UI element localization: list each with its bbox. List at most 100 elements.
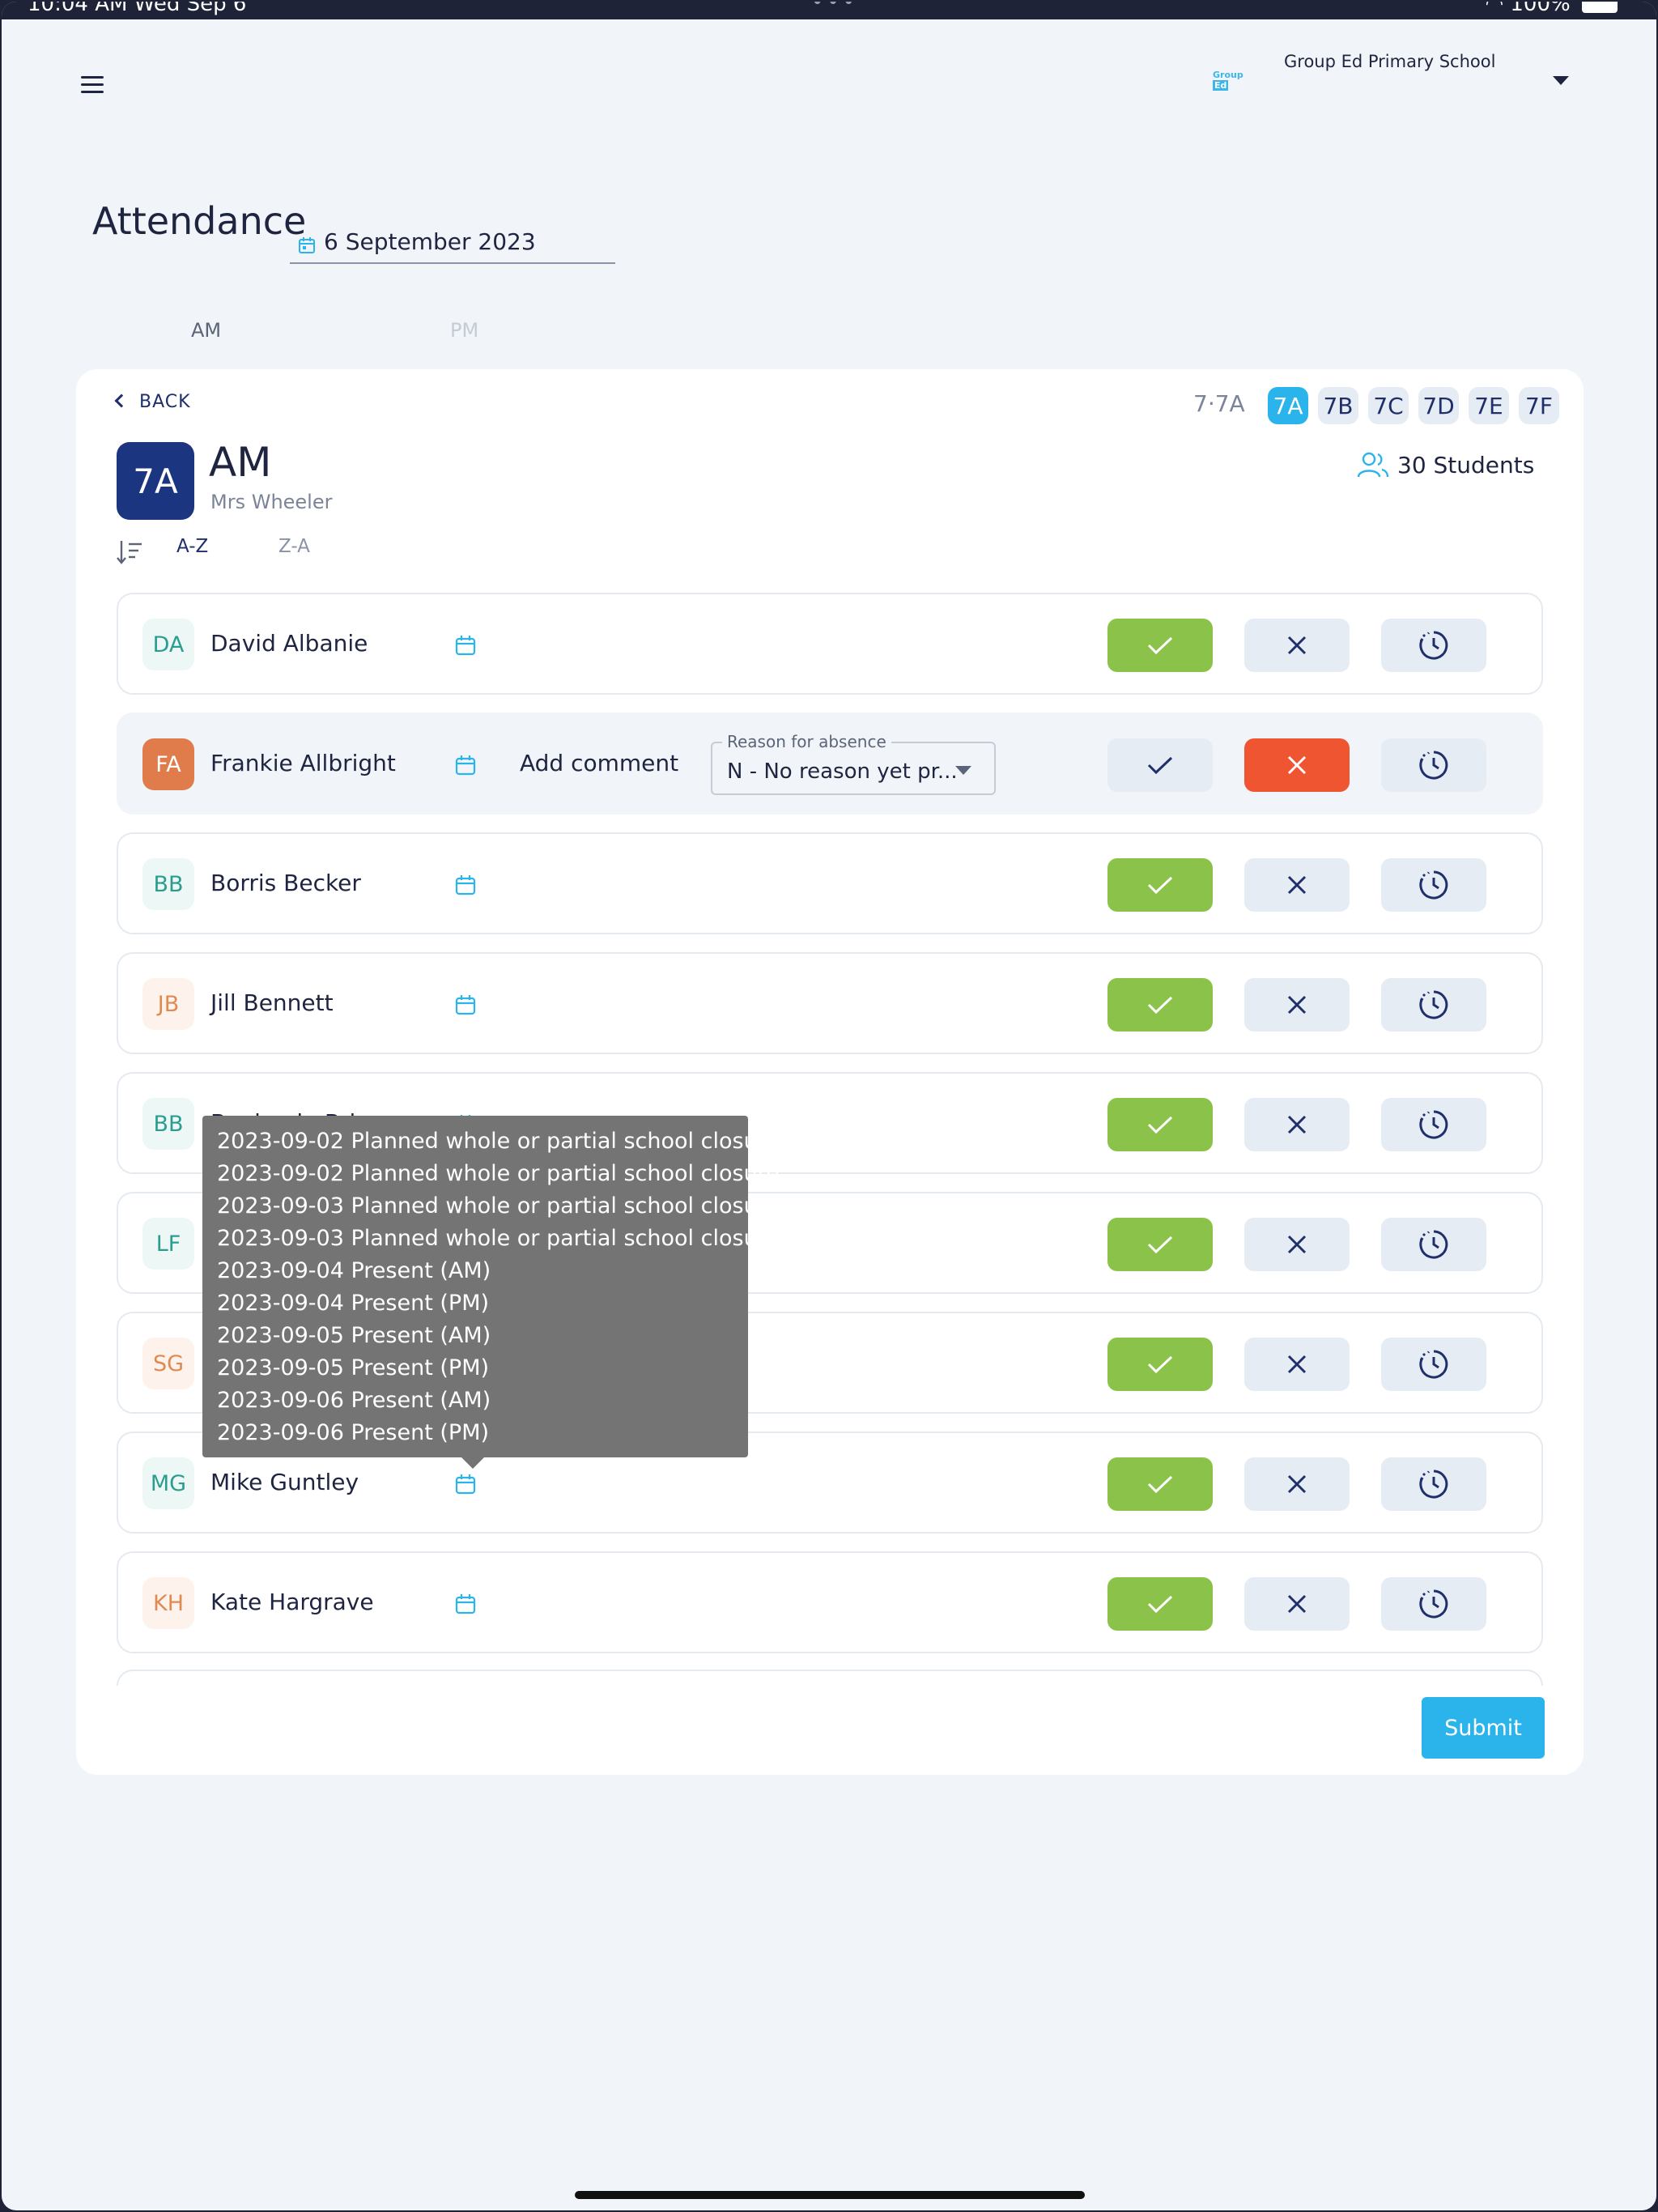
avatar: FA	[142, 738, 194, 790]
dropdown-caret-icon	[955, 766, 971, 775]
school-logo-text: Group	[1213, 70, 1244, 80]
mark-present-button[interactable]	[1107, 619, 1213, 672]
close-icon	[1287, 755, 1307, 775]
mark-late-button[interactable]	[1381, 1218, 1486, 1271]
check-icon	[1147, 1475, 1173, 1494]
clock-late-icon	[1419, 631, 1448, 660]
mark-absent-button[interactable]	[1244, 1098, 1350, 1151]
session-title: AM	[209, 439, 272, 486]
battery-icon	[1582, 2, 1618, 13]
sort-z-a[interactable]: Z-A	[278, 536, 310, 557]
close-icon	[1287, 1235, 1307, 1254]
check-icon	[1147, 1355, 1173, 1374]
check-icon	[1147, 876, 1173, 895]
date-picker-field[interactable]: 6 September 2023	[290, 225, 615, 264]
tab-pm[interactable]: PM	[450, 319, 478, 342]
mark-late-button[interactable]	[1381, 1577, 1486, 1631]
avatar: JB	[142, 978, 194, 1030]
mark-present-button[interactable]	[1107, 1338, 1213, 1391]
mark-present-button[interactable]	[1107, 1457, 1213, 1511]
school-dropdown-caret-icon[interactable]	[1553, 76, 1569, 85]
attendance-history-calendar-icon[interactable]	[455, 874, 476, 895]
status-bar: 10:04 AM Wed Sep 6 ••• ◠ 100%	[2, 2, 1656, 19]
tooltip-line: 2023-09-05 Present (PM)	[217, 1355, 490, 1380]
class-chip-7a[interactable]: 7A	[1268, 387, 1308, 424]
student-row: KH Kate Hargrave	[117, 1551, 1543, 1653]
tooltip-line: 2023-09-03 Planned whole or partial scho…	[217, 1226, 780, 1251]
mark-present-button[interactable]	[1107, 1218, 1213, 1271]
avatar: BB	[142, 1098, 194, 1150]
mark-late-button[interactable]	[1381, 1457, 1486, 1511]
mark-late-button[interactable]	[1381, 738, 1486, 792]
check-icon	[1147, 996, 1173, 1015]
class-badge: 7A	[117, 442, 194, 520]
mark-late-button[interactable]	[1381, 1098, 1486, 1151]
sort-icon[interactable]	[117, 539, 144, 565]
attendance-history-calendar-icon[interactable]	[455, 755, 476, 776]
attendance-history-calendar-icon[interactable]	[455, 994, 476, 1015]
mark-absent-button[interactable]	[1244, 619, 1350, 672]
attendance-history-tooltip: 2023-09-02 Planned whole or partial scho…	[202, 1116, 780, 1469]
school-logo-badge: Ed	[1213, 80, 1229, 91]
student-name: David Albanie	[210, 630, 368, 657]
mark-late-button[interactable]	[1381, 978, 1486, 1032]
check-icon	[1147, 636, 1173, 655]
multitask-dots-icon[interactable]: •••	[811, 2, 858, 13]
mark-present-button[interactable]	[1107, 1098, 1213, 1151]
mark-present-button[interactable]	[1107, 858, 1213, 912]
class-breadcrumb: 7·7A	[1193, 390, 1245, 417]
mark-late-button[interactable]	[1381, 1338, 1486, 1391]
tooltip-line: 2023-09-02 Planned whole or partial scho…	[217, 1129, 780, 1154]
submit-button[interactable]: Submit	[1422, 1697, 1545, 1759]
home-indicator[interactable]	[575, 2191, 1085, 2199]
mark-absent-button[interactable]	[1244, 1338, 1350, 1391]
school-logo: GroupEd	[1213, 70, 1250, 91]
attendance-history-calendar-icon[interactable]	[455, 1593, 476, 1614]
mark-absent-button[interactable]	[1244, 1218, 1350, 1271]
mark-late-button[interactable]	[1381, 619, 1486, 672]
tab-am[interactable]: AM	[191, 319, 221, 342]
mark-absent-button[interactable]	[1244, 858, 1350, 912]
clock-late-icon	[1419, 990, 1448, 1019]
clock-late-icon	[1419, 1350, 1448, 1379]
status-time: 10:04 AM Wed Sep 6	[28, 2, 247, 16]
mark-absent-button[interactable]	[1244, 1577, 1350, 1631]
absence-reason-value: N - No reason yet pr...	[727, 759, 958, 784]
student-row: JB Jill Bennett	[117, 952, 1543, 1054]
clock-late-icon	[1419, 870, 1448, 900]
tooltip-line: 2023-09-02 Planned whole or partial scho…	[217, 1161, 780, 1186]
tooltip-arrow	[461, 1457, 484, 1469]
close-icon	[1287, 1594, 1307, 1614]
back-button[interactable]: BACK	[114, 392, 191, 412]
student-name: Kate Hargrave	[210, 1589, 374, 1615]
student-count-label: 30 Students	[1397, 451, 1535, 479]
mark-present-button[interactable]	[1107, 738, 1213, 792]
close-icon	[1287, 636, 1307, 655]
class-chip-7f[interactable]: 7F	[1519, 387, 1559, 424]
close-icon	[1287, 995, 1307, 1015]
mark-absent-button[interactable]	[1244, 978, 1350, 1032]
sort-a-z[interactable]: A-Z	[176, 536, 208, 557]
avatar: DA	[142, 619, 194, 670]
mark-present-button[interactable]	[1107, 978, 1213, 1032]
mark-absent-button[interactable]	[1244, 1457, 1350, 1511]
check-icon	[1147, 1236, 1173, 1254]
class-chip-7c[interactable]: 7C	[1368, 387, 1409, 424]
class-chip-group: 7A 7B 7C 7D 7E 7F	[1268, 387, 1559, 424]
add-comment-button[interactable]: Add comment	[520, 750, 678, 776]
absence-reason-select[interactable]: Reason for absence N - No reason yet pr.…	[711, 732, 996, 795]
mark-present-button[interactable]	[1107, 1577, 1213, 1631]
attendance-history-calendar-icon[interactable]	[455, 1474, 476, 1495]
users-icon	[1357, 452, 1389, 478]
student-row: DA David Albanie	[117, 593, 1543, 695]
school-name[interactable]: Group Ed Primary School	[1284, 52, 1495, 71]
mark-absent-button[interactable]	[1244, 738, 1350, 792]
hamburger-menu-icon[interactable]	[81, 74, 108, 96]
page-title: Attendance	[92, 199, 307, 243]
mark-late-button[interactable]	[1381, 858, 1486, 912]
attendance-history-calendar-icon[interactable]	[455, 635, 476, 656]
class-chip-7b[interactable]: 7B	[1318, 387, 1358, 424]
back-label: BACK	[139, 392, 191, 412]
class-chip-7d[interactable]: 7D	[1418, 387, 1459, 424]
class-chip-7e[interactable]: 7E	[1469, 387, 1509, 424]
